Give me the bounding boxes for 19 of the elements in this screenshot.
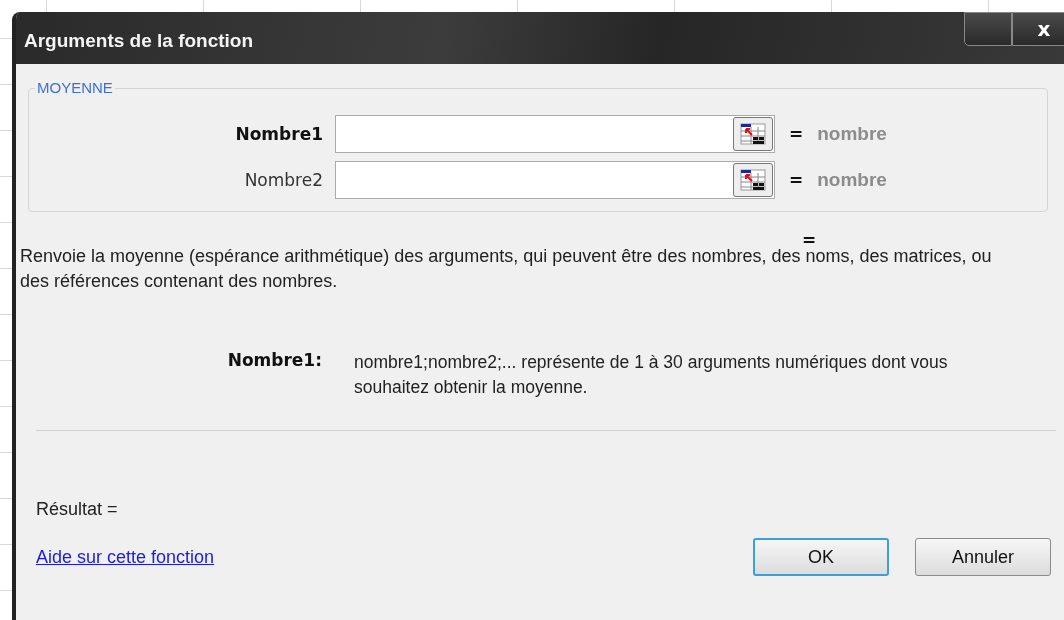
window-title: Arguments de la fonction — [23, 29, 254, 52]
argument-label: Nombre2 — [243, 170, 324, 190]
equals-sign: = — [789, 170, 804, 190]
input-field[interactable] — [335, 115, 775, 153]
close-button[interactable]: x — [1012, 12, 1064, 46]
equals-sign: = — [789, 124, 804, 144]
value-hint: nombre — [817, 169, 887, 191]
input-field[interactable] — [335, 161, 775, 199]
argument-help-text: nombre1;nombre2;... représente de 1 à 30 arguments numériques dont vous souhaitez obtenir la moyenne. — [354, 351, 949, 399]
dialog-button[interactable]: Annuler — [915, 538, 1051, 576]
range-select-icon[interactable] — [733, 117, 773, 151]
result-label: Résultat = — [36, 499, 119, 520]
argument-label: Nombre1 — [234, 124, 324, 144]
window-button[interactable] — [964, 12, 1012, 46]
value-hint: nombre — [817, 123, 887, 145]
range-select-icon[interactable] — [733, 163, 773, 197]
dialog-button[interactable]: OK — [753, 538, 889, 576]
argument-help-label: Nombre1: — [226, 350, 323, 370]
help-link[interactable]: Aide sur cette fonction — [36, 546, 215, 568]
